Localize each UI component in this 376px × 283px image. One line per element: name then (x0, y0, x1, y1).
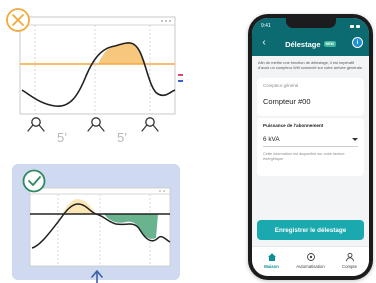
phone-mockup: 9:41 ‹ Délestage NEW i Afin de mettre un… (248, 14, 373, 280)
nav-label: Maison (264, 264, 279, 269)
window-dot-icon (159, 190, 161, 192)
magnifier-icon (87, 117, 105, 132)
new-badge: NEW (323, 41, 336, 47)
window-dot-icon (169, 20, 171, 22)
automation-icon (306, 252, 316, 262)
window-dot-icon (161, 20, 163, 22)
illustrations: 5’ 5’ (0, 0, 200, 283)
meter-card[interactable]: Compteur général Compteur #00 (257, 78, 364, 116)
window-dot-icon (165, 20, 167, 22)
top-window-frame (19, 16, 176, 115)
bottom-nav: Maison Automatisation Compte (252, 246, 369, 276)
caret-down-icon (352, 138, 358, 141)
description-text: Afin de mettre une fonction de délestage… (258, 60, 363, 70)
window-dot-icon (163, 190, 165, 192)
save-button[interactable]: Enregistrer le délestage (257, 220, 364, 240)
back-button[interactable]: ‹ (258, 37, 270, 49)
page-title: Délestage (285, 39, 321, 49)
phone-screen: 9:41 ‹ Délestage NEW i Afin de mettre un… (252, 18, 369, 276)
subscription-label: Puissance de l'abonnement (263, 123, 324, 128)
check-circle-icon (22, 169, 46, 193)
status-time: 9:41 (261, 23, 271, 29)
subscription-select[interactable]: 6 kVA (263, 136, 358, 147)
phone-notch (285, 18, 336, 28)
magnifier-icon (27, 117, 45, 132)
illustration-canvas: 5’ 5’ (6, 8, 183, 283)
status-icons (350, 24, 360, 28)
subscription-card: Puissance de l'abonnement 6 kVA Cette in… (257, 118, 364, 176)
chevron-left-icon: ‹ (262, 37, 266, 48)
subscription-helper: Cette information est disponible sur vot… (263, 152, 345, 161)
user-icon (345, 252, 355, 262)
subscription-value: 6 kVA (263, 136, 280, 143)
nav-item-compte[interactable]: Compte (332, 252, 368, 269)
meter-label: Compteur général (263, 83, 299, 88)
info-icon[interactable]: i (352, 37, 363, 48)
nav-item-maison[interactable]: Maison (254, 252, 290, 269)
nav-item-automatisation[interactable]: Automatisation (293, 252, 329, 269)
interval-label: 5’ (117, 130, 127, 145)
legend-icon (178, 74, 183, 82)
app-header: ‹ Délestage NEW i (252, 32, 369, 56)
illustration-bottom (12, 164, 180, 283)
home-icon (267, 252, 277, 262)
nav-label: Compte (341, 264, 358, 269)
interval-label: 5’ (57, 130, 67, 145)
magnifier-icon (141, 117, 159, 132)
signal-icon (350, 24, 354, 28)
meter-value: Compteur #00 (263, 97, 311, 106)
nav-label: Automatisation (296, 264, 325, 269)
illustration-top: 5’ 5’ (6, 8, 183, 145)
battery-icon (356, 24, 360, 28)
